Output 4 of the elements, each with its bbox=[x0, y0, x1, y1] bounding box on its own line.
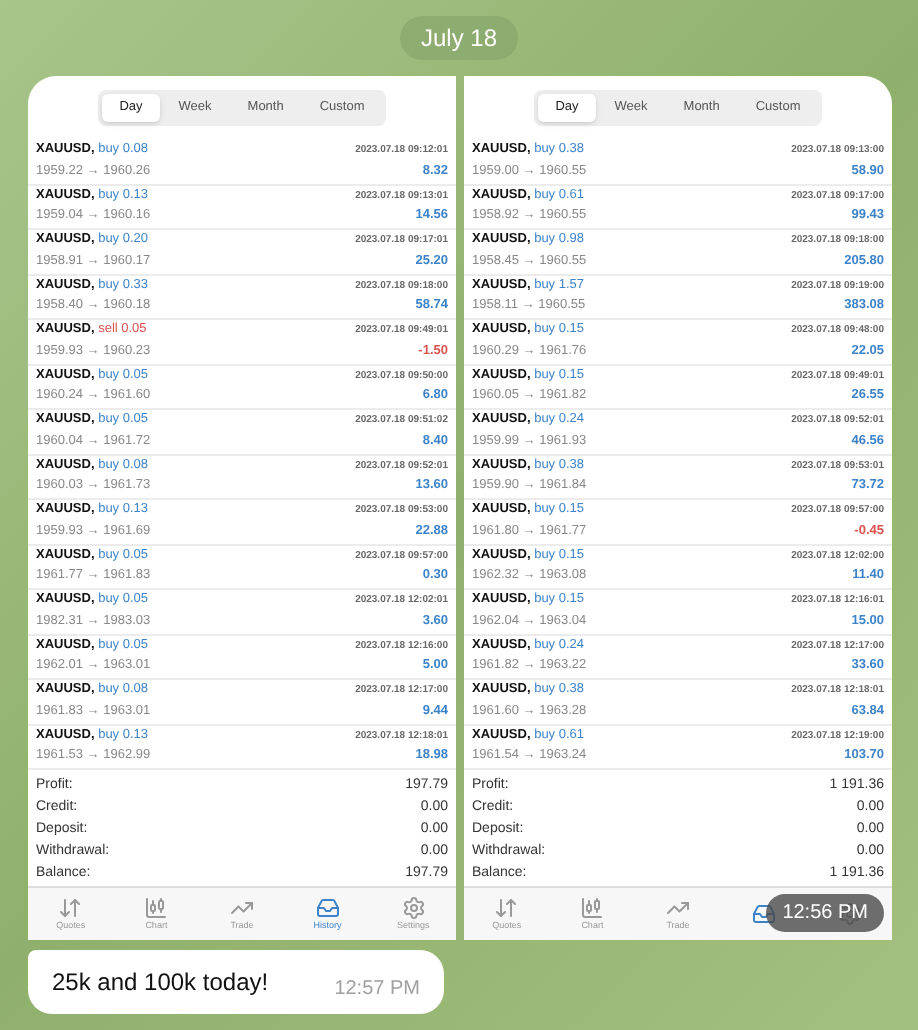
message-text: 25k and 100k today! bbox=[52, 966, 269, 1000]
date-chip: July 18 bbox=[400, 16, 518, 60]
message-time: 12:57 PM bbox=[334, 975, 420, 1003]
time-toast: 12:56 PM bbox=[766, 894, 884, 932]
